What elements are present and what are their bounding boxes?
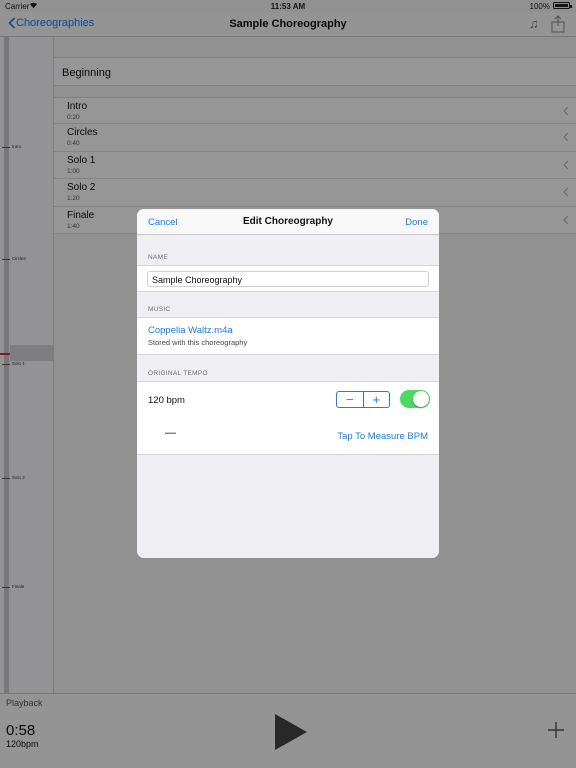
music-cell[interactable]: Coppelia Waltz.m4a Stored with this chor…: [137, 317, 439, 355]
music-file-link[interactable]: Coppelia Waltz.m4a: [148, 325, 233, 336]
tempo-section-label: ORIGINAL TEMPO: [148, 370, 208, 377]
stepper-increment-button[interactable]: +: [364, 392, 390, 407]
tempo-stepper[interactable]: − +: [336, 391, 390, 408]
stepper-decrement-button[interactable]: −: [337, 392, 364, 407]
done-button[interactable]: Done: [405, 217, 428, 228]
dialog-header: Cancel Edit Choreography Done: [137, 209, 439, 235]
measure-cell: — Tap To Measure BPM: [137, 417, 439, 455]
tempo-toggle[interactable]: [400, 390, 430, 408]
name-cell: Sample Choreography: [137, 265, 439, 292]
tap-measure-bpm-button[interactable]: Tap To Measure BPM: [337, 431, 428, 442]
music-section-label: MUSIC: [148, 306, 171, 313]
music-storage-note: Stored with this choreography: [148, 338, 248, 347]
measured-bpm: —: [165, 427, 176, 439]
tempo-value: 120 bpm: [148, 395, 185, 406]
name-section-label: NAME: [148, 254, 168, 261]
edit-choreography-dialog: Cancel Edit Choreography Done NAME Sampl…: [137, 209, 439, 558]
dialog-title: Edit Choreography: [242, 216, 333, 227]
name-field[interactable]: Sample Choreography: [147, 271, 429, 287]
tempo-cell: 120 bpm − +: [137, 381, 439, 418]
